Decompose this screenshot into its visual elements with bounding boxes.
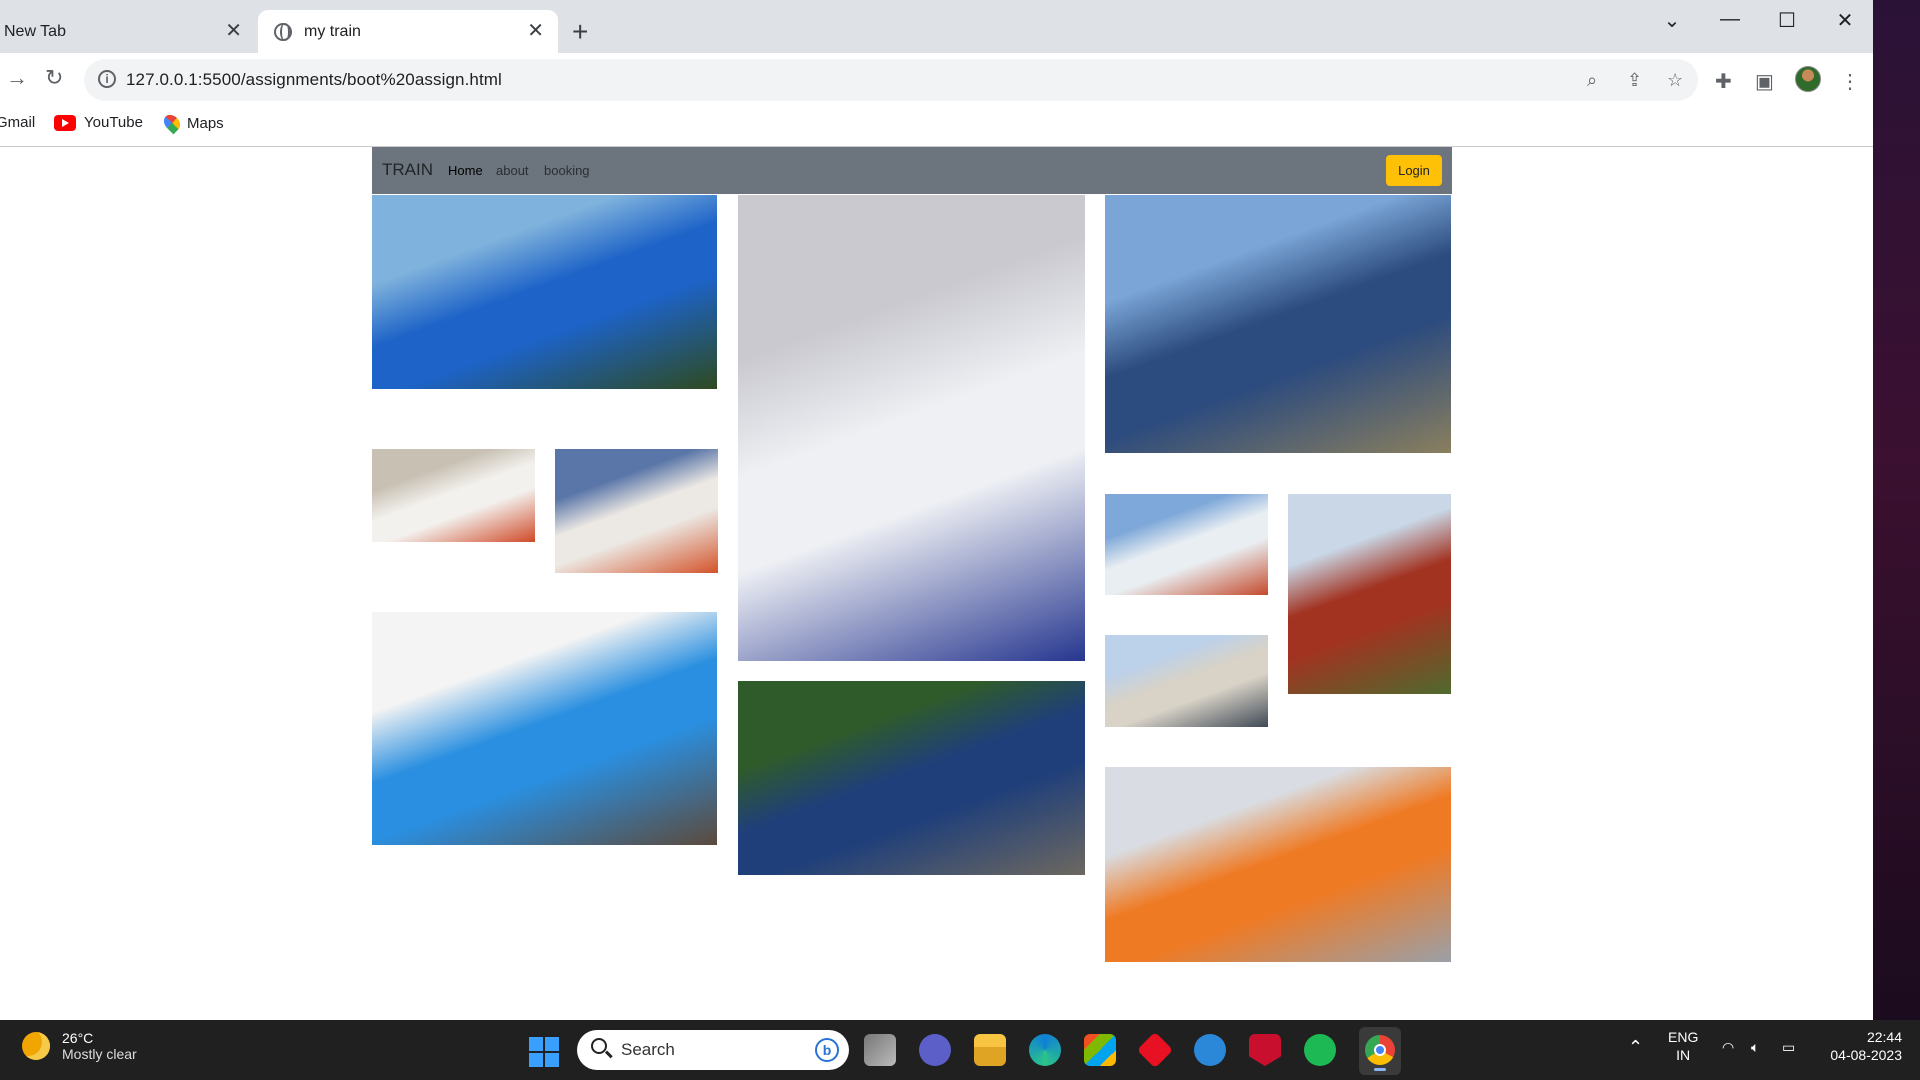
teams-chat-icon[interactable] xyxy=(919,1034,951,1066)
bookmark-label: Maps xyxy=(187,114,224,132)
taskbar-search[interactable]: Search b xyxy=(577,1030,849,1070)
photo-toy-train-bridge xyxy=(738,681,1085,875)
tab-search-chevron-icon[interactable]: ⌄ xyxy=(1652,8,1692,33)
bookmark-gmail[interactable]: Gmail xyxy=(0,114,35,131)
photo-fill xyxy=(1105,767,1451,962)
active-indicator xyxy=(1374,1068,1386,1071)
url-text[interactable]: 127.0.0.1:5500/assignments/boot%20assign… xyxy=(126,70,502,90)
tab-new-tab[interactable]: New Tab ✕ xyxy=(0,10,256,53)
windows-start-icon[interactable] xyxy=(529,1037,559,1067)
bookmark-label: YouTube xyxy=(84,114,143,131)
address-bar[interactable]: i 127.0.0.1:5500/assignments/boot%20assi… xyxy=(84,59,1698,101)
photo-highspeed-train xyxy=(1105,195,1451,453)
photo-white-red-locomotive xyxy=(372,449,535,542)
chevron-up-icon[interactable]: ⌃ xyxy=(1628,1038,1643,1056)
clock[interactable]: 22:44 04-08-2023 xyxy=(1822,1028,1902,1064)
chrome-icon-center xyxy=(1374,1044,1386,1056)
photo-fill xyxy=(555,449,718,573)
edge-icon[interactable] xyxy=(1029,1034,1061,1066)
photo-blue-electric-locomotive xyxy=(372,195,717,389)
new-tab-button[interactable]: + xyxy=(572,14,588,50)
extensions-icon[interactable]: ✚ xyxy=(1715,69,1732,94)
photo-white-vande-bharat xyxy=(738,195,1085,661)
photo-fill xyxy=(372,449,535,542)
photo-white-orange-locomotive xyxy=(555,449,718,573)
site-info-icon[interactable]: i xyxy=(98,70,116,88)
share-icon[interactable]: ⇪ xyxy=(1627,70,1642,91)
side-panel-icon[interactable]: ▣ xyxy=(1755,69,1774,94)
wifi-icon[interactable]: ◠ xyxy=(1722,1038,1734,1056)
menu-icon[interactable]: ⋮ xyxy=(1840,69,1860,94)
close-icon[interactable]: ✕ xyxy=(225,20,242,42)
forward-icon[interactable]: → xyxy=(6,65,28,91)
photo-fill xyxy=(1105,635,1268,727)
weather-widget[interactable]: 26°C Mostly clear xyxy=(22,1030,137,1062)
site-brand[interactable]: TRAIN xyxy=(382,160,433,180)
photo-station-train xyxy=(1105,635,1268,727)
chrome-taskbar-item[interactable] xyxy=(1359,1027,1401,1075)
nav-about[interactable]: about xyxy=(496,163,529,178)
bookmark-maps[interactable]: Maps xyxy=(160,111,224,135)
nav-home[interactable]: Home xyxy=(448,163,483,178)
close-icon[interactable]: ✕ xyxy=(527,20,544,42)
zoom-icon[interactable]: ⌕ xyxy=(1587,70,1597,91)
photo-orange-vande-bharat xyxy=(1105,767,1451,962)
login-button[interactable]: Login xyxy=(1386,155,1442,186)
language-indicator[interactable]: ENG IN xyxy=(1668,1028,1698,1064)
photo-fill xyxy=(1288,494,1451,694)
photo-fill xyxy=(738,195,1085,661)
bookmarks-bar: Gmail YouTube Maps xyxy=(0,107,1873,147)
bookmark-youtube[interactable]: YouTube xyxy=(54,114,143,131)
task-view-icon[interactable] xyxy=(864,1034,896,1066)
volume-icon[interactable]: 🔈︎ xyxy=(1751,1038,1759,1056)
store-icon[interactable] xyxy=(1084,1034,1116,1066)
desktop-wallpaper xyxy=(1873,0,1920,1020)
mcafee-icon[interactable] xyxy=(1249,1034,1281,1066)
spotify-icon[interactable] xyxy=(1304,1034,1336,1066)
clock-date: 04-08-2023 xyxy=(1830,1047,1902,1063)
close-window-button[interactable]: ✕ xyxy=(1825,8,1865,33)
tab-title: my train xyxy=(304,22,361,40)
globe-icon xyxy=(274,22,292,41)
bookmark-label: Gmail xyxy=(0,114,36,131)
weather-desc: Mostly clear xyxy=(62,1046,137,1062)
battery-icon[interactable]: ▭ xyxy=(1782,1038,1795,1056)
photo-fill xyxy=(1105,195,1451,453)
moon-icon xyxy=(22,1032,50,1060)
bing-icon[interactable]: b xyxy=(815,1038,839,1062)
photo-fill xyxy=(372,195,717,389)
search-icon xyxy=(591,1038,607,1054)
tab-strip: New Tab ✕ my train ✕ + ⌄ — ☐ ✕ xyxy=(0,0,1873,53)
photo-freight-train-mountains xyxy=(1105,494,1268,595)
minimize-button[interactable]: — xyxy=(1710,8,1750,31)
web-page: TRAIN Home about booking Login xyxy=(0,147,1873,1020)
youtube-icon xyxy=(54,114,76,131)
file-explorer-icon[interactable] xyxy=(974,1034,1006,1066)
profile-avatar[interactable] xyxy=(1795,66,1821,92)
clock-time: 22:44 xyxy=(1866,1029,1902,1045)
maps-pin-icon xyxy=(160,111,184,135)
lang-top: ENG xyxy=(1668,1029,1699,1045)
chrome-icon xyxy=(1365,1035,1395,1065)
photo-fill xyxy=(372,612,717,845)
nav-booking[interactable]: booking xyxy=(544,163,590,178)
browser-window: New Tab ✕ my train ✕ + ⌄ — ☐ ✕ → ↻ i 127… xyxy=(0,0,1873,1020)
bookmark-star-icon[interactable]: ☆ xyxy=(1667,70,1683,91)
reload-icon[interactable]: ↻ xyxy=(45,65,63,91)
photo-blue-diesel-wdp4 xyxy=(372,612,717,845)
photo-fill xyxy=(1105,494,1268,595)
weather-temp: 26°C xyxy=(62,1030,94,1046)
tab-title: New Tab xyxy=(4,22,66,40)
site-navbar: TRAIN Home about booking Login xyxy=(372,147,1452,194)
photo-red-locomotive xyxy=(1288,494,1451,694)
lang-bottom: IN xyxy=(1676,1047,1691,1063)
search-label: Search xyxy=(621,1040,675,1059)
help-icon[interactable] xyxy=(1194,1034,1226,1066)
browser-toolbar: → ↻ i 127.0.0.1:5500/assignments/boot%20… xyxy=(0,53,1873,107)
photo-fill xyxy=(738,681,1085,875)
maximize-button[interactable]: ☐ xyxy=(1767,8,1807,33)
taskbar: 26°C Mostly clear Search b ⌃ ENG IN ◠ 🔈︎… xyxy=(0,1020,1920,1080)
tab-my-train[interactable]: my train ✕ xyxy=(258,10,558,53)
anydesk-icon[interactable] xyxy=(1136,1031,1174,1069)
